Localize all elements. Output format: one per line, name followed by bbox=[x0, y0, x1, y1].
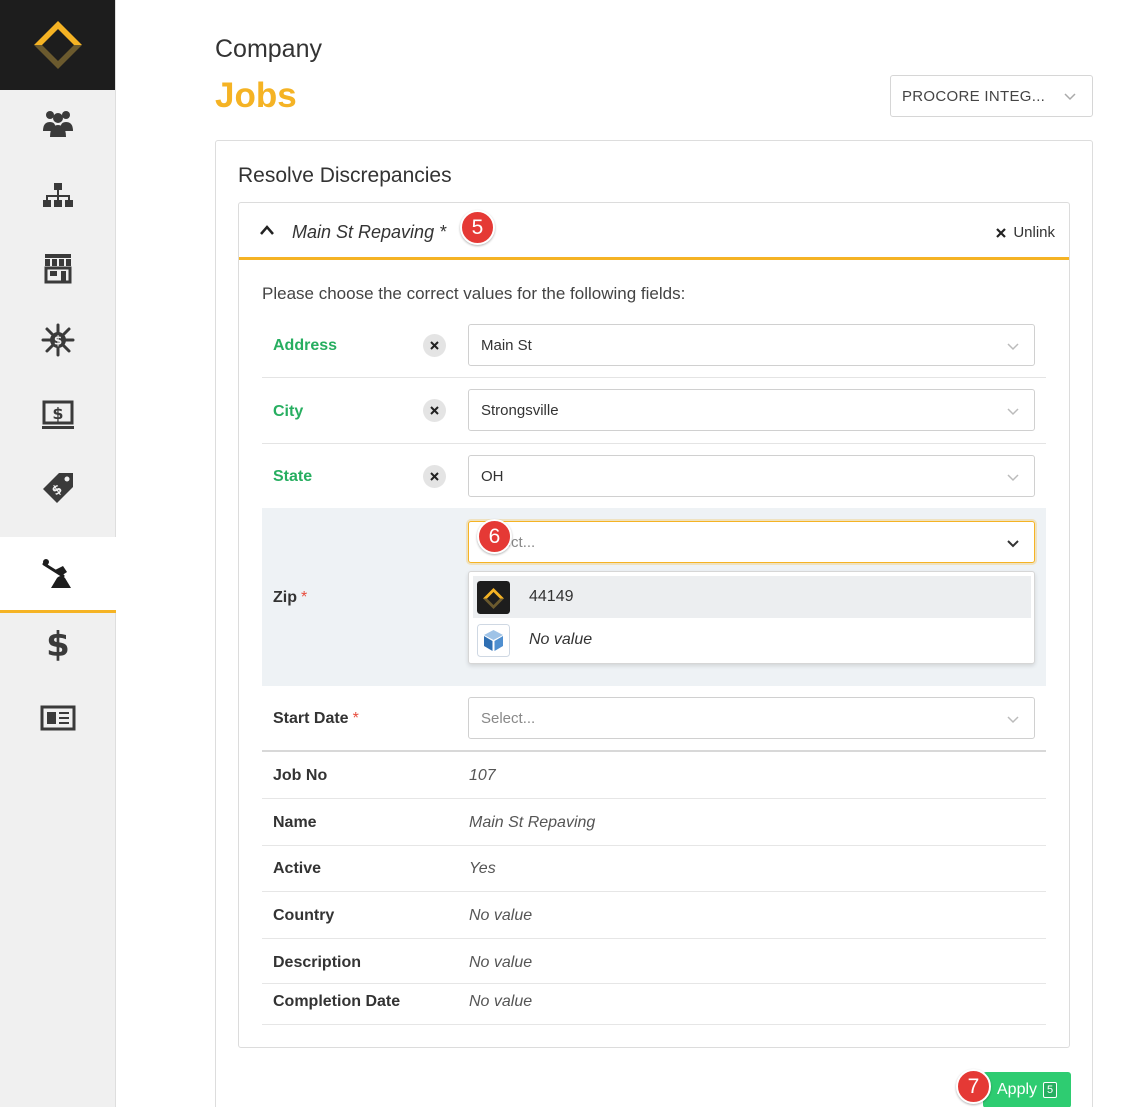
svg-text:$: $ bbox=[52, 404, 63, 423]
divider bbox=[262, 798, 1046, 799]
start-date-placeholder: Select... bbox=[481, 709, 536, 727]
required-marker: * bbox=[352, 710, 359, 727]
zip-option-no-value[interactable]: No value bbox=[473, 619, 1031, 661]
close-icon bbox=[996, 227, 1007, 238]
state-clear-button[interactable] bbox=[423, 465, 446, 488]
state-select[interactable]: OH bbox=[468, 455, 1035, 497]
close-icon bbox=[430, 341, 439, 350]
page-title: Jobs bbox=[215, 76, 297, 115]
zip-option-label: No value bbox=[529, 631, 593, 648]
detail-value-country: No value bbox=[469, 907, 533, 924]
chevron-down-icon bbox=[1007, 540, 1019, 548]
chevron-down-icon bbox=[1007, 474, 1019, 482]
state-value: OH bbox=[481, 467, 504, 485]
integration-select-value: PROCORE INTEG... bbox=[902, 87, 1046, 105]
city-value: Strongsville bbox=[481, 401, 559, 419]
unlink-label: Unlink bbox=[1013, 224, 1055, 241]
sidebar-item-pricing[interactable]: $ bbox=[0, 452, 116, 524]
unlink-button[interactable]: Unlink bbox=[995, 224, 1055, 241]
divider bbox=[262, 938, 1046, 939]
sidebar-item-finance-network[interactable]: $ bbox=[0, 304, 116, 376]
start-date-label: Start Date * bbox=[273, 710, 359, 728]
step-annotation-6: 6 bbox=[477, 519, 512, 554]
app-logo[interactable] bbox=[0, 0, 115, 90]
zip-dropdown-menu: 44149 No value bbox=[468, 571, 1035, 664]
detail-label-job-no: Job No bbox=[273, 767, 328, 784]
procore-logo-icon bbox=[477, 580, 510, 614]
detail-value-name: Main St Repaving bbox=[469, 814, 596, 831]
logo-icon bbox=[33, 21, 82, 69]
sidebar-item-org-chart[interactable] bbox=[0, 160, 116, 232]
start-date-select[interactable]: Select... bbox=[468, 697, 1035, 739]
chevron-down-icon bbox=[1007, 408, 1019, 416]
cube-app-icon bbox=[477, 623, 510, 657]
divider bbox=[262, 983, 1046, 984]
sidebar: $ $ $ $ bbox=[0, 0, 116, 1107]
city-clear-button[interactable] bbox=[423, 399, 446, 422]
detail-value-job-no: 107 bbox=[469, 767, 496, 784]
sitemap-icon bbox=[43, 183, 73, 207]
zip-label-text: Zip bbox=[273, 589, 297, 606]
divider bbox=[262, 1024, 1046, 1025]
detail-label-description: Description bbox=[273, 954, 362, 971]
zip-option-44149[interactable]: 44149 bbox=[473, 576, 1031, 618]
construction-worker-icon bbox=[42, 558, 71, 588]
newspaper-icon bbox=[40, 705, 76, 731]
address-value: Main St bbox=[481, 336, 532, 354]
card-header[interactable]: Main St Repaving * Unlink bbox=[239, 203, 1069, 260]
chevron-up-icon[interactable] bbox=[259, 223, 275, 237]
detail-value-active: Yes bbox=[469, 860, 496, 877]
integration-select[interactable]: PROCORE INTEG... bbox=[890, 75, 1093, 117]
chevron-down-icon bbox=[1064, 93, 1076, 101]
sidebar-item-store[interactable] bbox=[0, 232, 116, 304]
dollar-network-icon: $ bbox=[41, 323, 75, 357]
sidebar-item-billing[interactable]: $ bbox=[0, 380, 116, 452]
detail-value-description: No value bbox=[469, 954, 533, 971]
divider bbox=[262, 845, 1046, 846]
sidebar-item-payments[interactable]: $ bbox=[0, 608, 116, 680]
apply-button[interactable]: Apply 5 bbox=[983, 1072, 1071, 1107]
divider bbox=[262, 891, 1046, 892]
apply-label: Apply bbox=[997, 1081, 1038, 1098]
required-marker: * bbox=[301, 589, 308, 606]
apply-count-badge: 5 bbox=[1043, 1082, 1058, 1098]
job-title: Main St Repaving * bbox=[292, 222, 447, 242]
svg-text:$: $ bbox=[46, 626, 70, 662]
address-label: Address bbox=[273, 337, 338, 354]
storefront-icon bbox=[44, 254, 72, 284]
dollar-sign-icon: $ bbox=[46, 626, 70, 662]
close-icon bbox=[430, 472, 439, 481]
sidebar-item-reports[interactable] bbox=[0, 682, 116, 754]
svg-text:$: $ bbox=[54, 334, 62, 348]
city-select[interactable]: Strongsville bbox=[468, 389, 1035, 431]
address-select[interactable]: Main St bbox=[468, 324, 1035, 366]
close-icon bbox=[430, 406, 439, 415]
monitor-dollar-icon: $ bbox=[42, 400, 74, 429]
zip-option-label: 44149 bbox=[529, 588, 574, 605]
address-clear-button[interactable] bbox=[423, 334, 446, 357]
breadcrumb: Company bbox=[215, 35, 322, 63]
chevron-down-icon bbox=[1007, 716, 1019, 724]
detail-label-name: Name bbox=[273, 814, 317, 831]
city-label: City bbox=[273, 403, 304, 420]
start-date-label-text: Start Date bbox=[273, 710, 349, 727]
sidebar-item-jobs[interactable] bbox=[0, 537, 116, 613]
instruction-text: Please choose the correct values for the… bbox=[262, 284, 686, 303]
detail-label-active: Active bbox=[273, 860, 322, 877]
chevron-down-icon bbox=[1007, 343, 1019, 351]
detail-value-completion-date: No value bbox=[469, 993, 533, 1010]
state-label: State bbox=[273, 468, 313, 485]
step-annotation-7: 7 bbox=[956, 1069, 991, 1104]
panel-title: Resolve Discrepancies bbox=[238, 164, 452, 187]
zip-select[interactable]: Select... bbox=[468, 521, 1035, 563]
price-tag-icon: $ bbox=[43, 473, 73, 503]
step-annotation-5: 5 bbox=[460, 210, 495, 245]
people-group-icon bbox=[43, 111, 73, 137]
zip-label: Zip * bbox=[273, 589, 307, 607]
sidebar-item-team[interactable] bbox=[0, 88, 116, 160]
detail-label-completion-date: Completion Date bbox=[273, 993, 401, 1010]
detail-label-country: Country bbox=[273, 907, 335, 924]
